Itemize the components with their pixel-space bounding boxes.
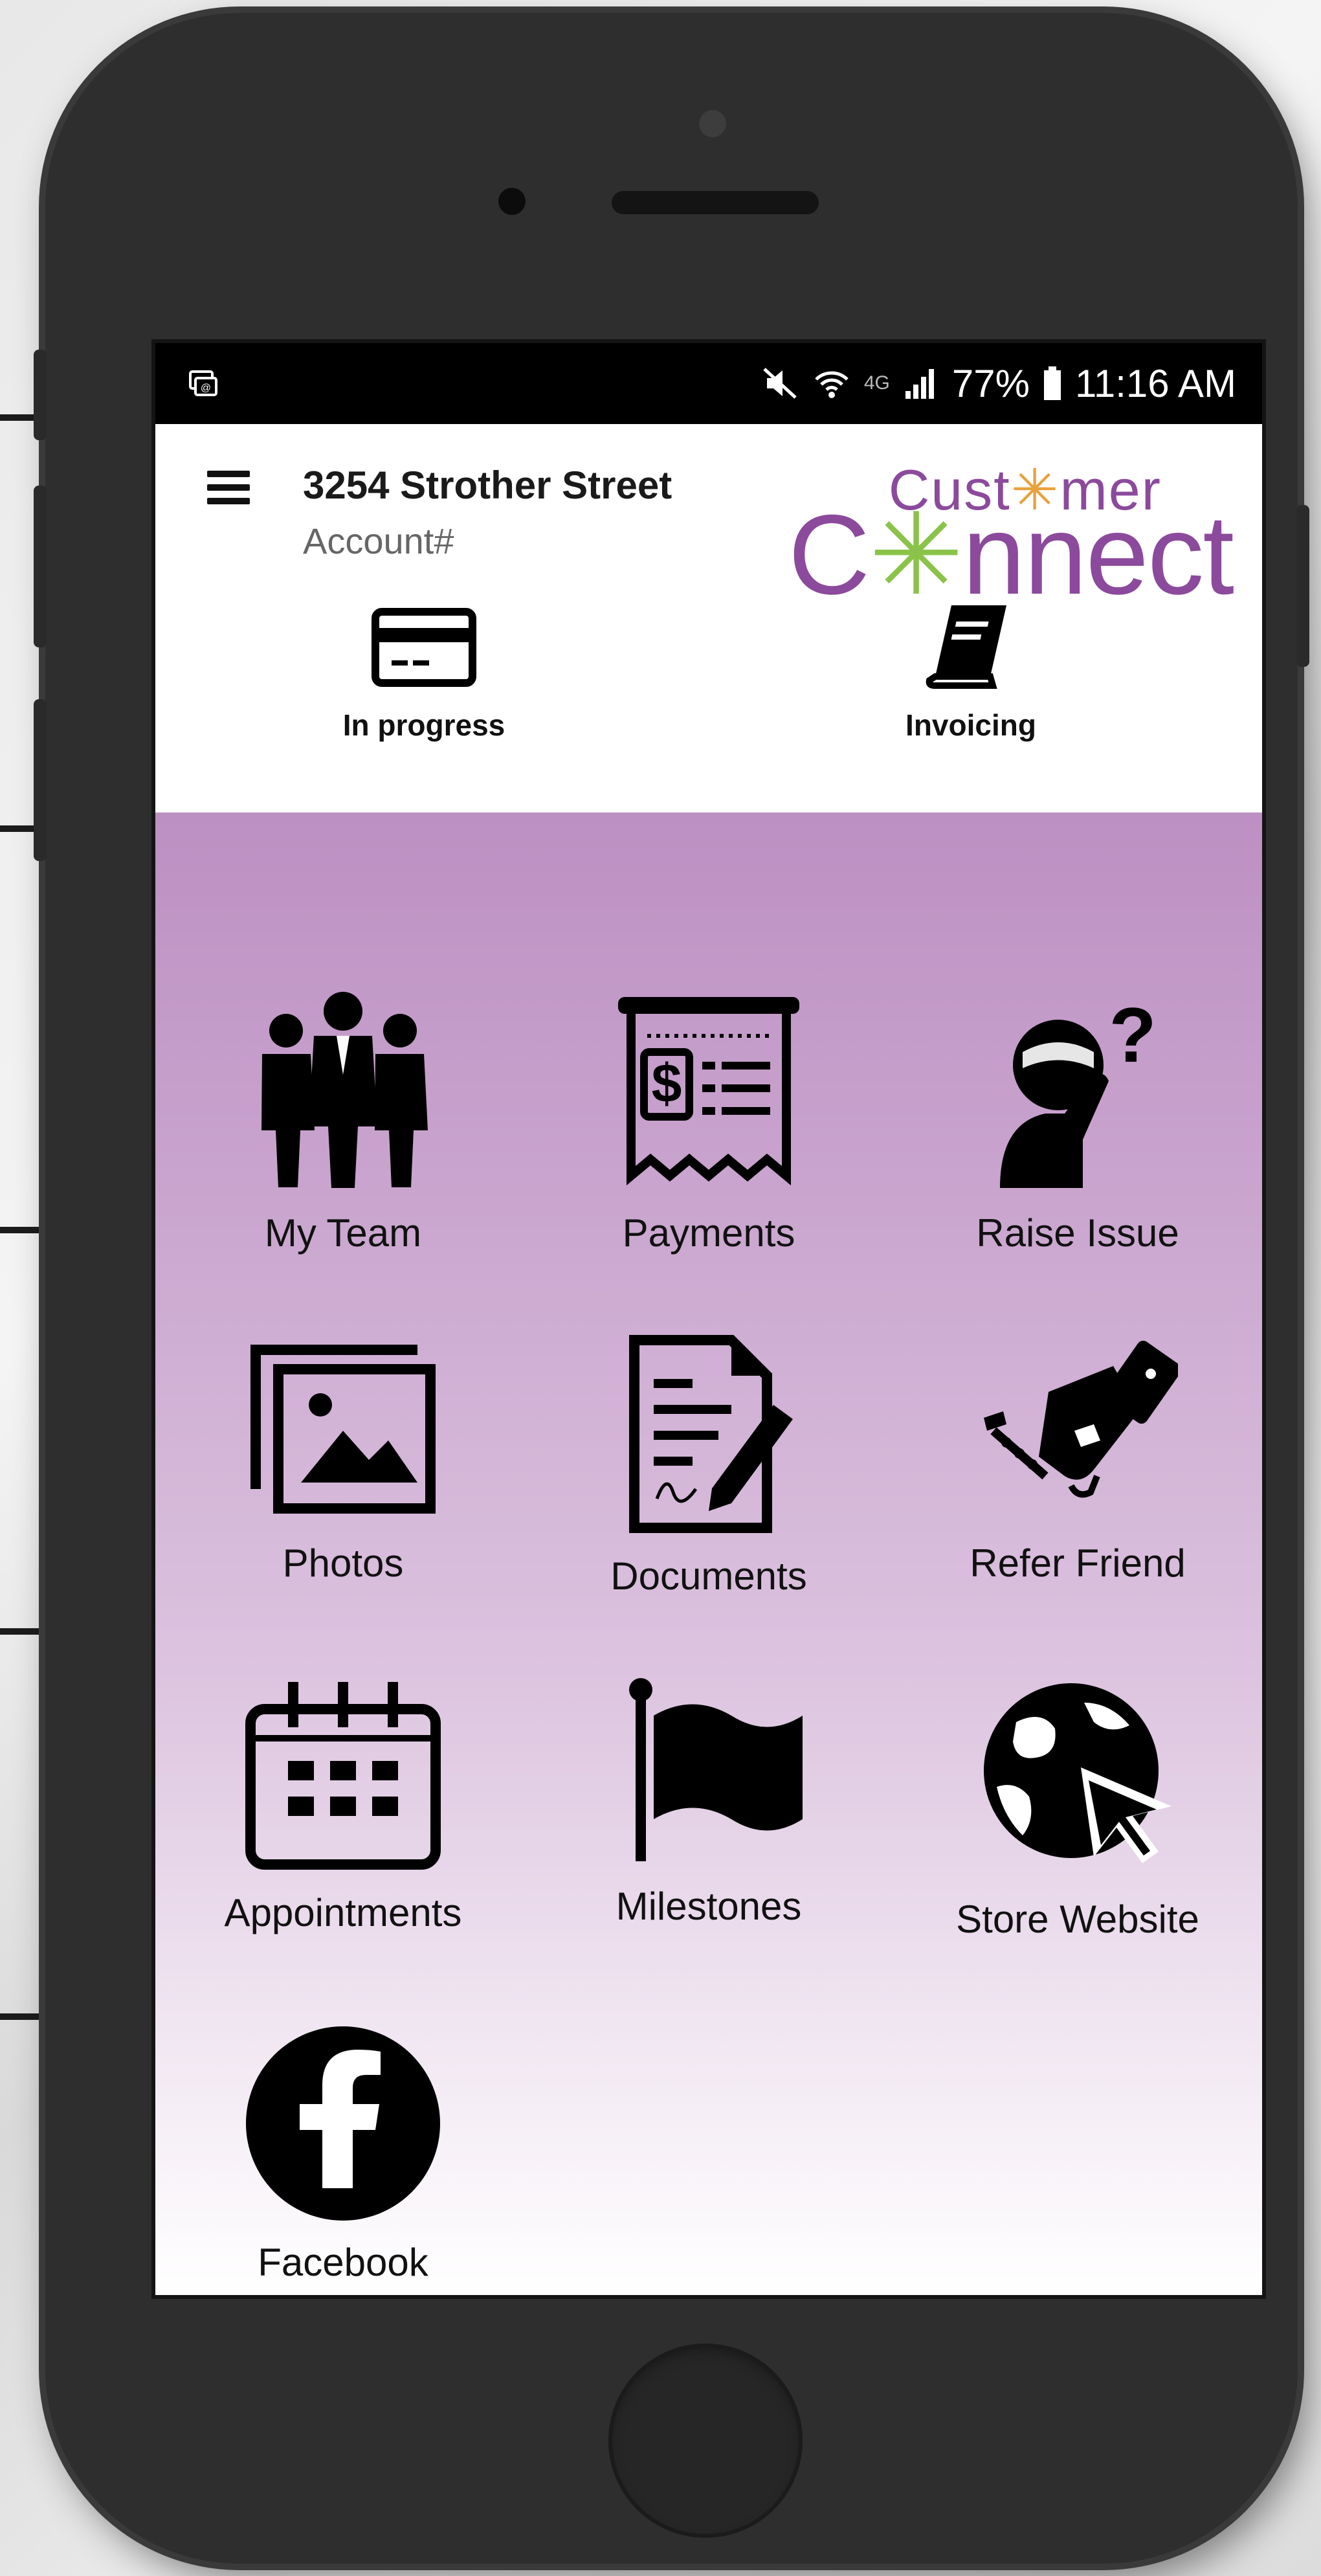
network-type: 4G	[863, 372, 890, 394]
wifi-icon	[815, 371, 849, 398]
svg-text:$: $	[652, 1053, 682, 1114]
question-person-icon: ?	[1000, 992, 1157, 1188]
tile-my-team[interactable]: My Team	[175, 991, 511, 1275]
invoicing-button[interactable]: Invoicing	[835, 599, 1107, 743]
app-screen: @ 4G 77% 11:16 AM 3254 Strother Street A…	[155, 343, 1262, 2295]
handshake-icon	[984, 1340, 1178, 1498]
team-icon	[261, 992, 428, 1188]
document-pen-icon	[629, 1335, 793, 1533]
tile-label: Refer Friend	[970, 1541, 1186, 1585]
tile-label: Payments	[622, 1211, 795, 1255]
svg-text:?: ?	[1109, 992, 1156, 1079]
book-icon	[926, 605, 1006, 689]
battery-percent: 77%	[951, 361, 1030, 405]
tile-facebook[interactable]: Facebook	[175, 2026, 511, 2295]
clock-time: 11:16 AM	[1074, 361, 1236, 405]
svg-text:@: @	[201, 383, 211, 394]
signal-icon	[905, 369, 934, 399]
tile-label: Facebook	[258, 2241, 428, 2284]
proximity-sensor	[498, 188, 526, 215]
flag-icon	[629, 1678, 803, 1861]
tile-label: Milestones	[616, 1885, 802, 1928]
account-number-label: Account#	[303, 521, 454, 561]
calendar-icon	[245, 1682, 441, 1870]
tile-photos[interactable]: Photos	[175, 1334, 511, 1618]
tile-documents[interactable]: Documents	[540, 1334, 877, 1618]
volume-button	[34, 486, 47, 647]
invoicing-label: Invoicing	[905, 708, 1036, 742]
volume-button	[34, 350, 47, 440]
hamburger-menu-icon[interactable]	[207, 471, 250, 504]
globe-cursor-icon	[984, 1683, 1171, 1863]
tile-label: Photos	[282, 1541, 404, 1585]
tile-label: My Team	[264, 1211, 422, 1255]
screen-mirror-icon: @	[189, 370, 217, 396]
tile-label: Store Website	[956, 1898, 1199, 1941]
tile-refer-friend[interactable]: Refer Friend	[909, 1334, 1246, 1618]
status-bar: @ 4G 77% 11:16 AM	[155, 343, 1262, 424]
photos-icon	[250, 1345, 436, 1514]
account-address: 3254 Strother Street	[303, 464, 672, 507]
volume-button	[34, 699, 47, 861]
front-camera	[699, 110, 726, 137]
in-progress-label: In progress	[342, 708, 505, 742]
receipt-icon: $	[618, 997, 799, 1185]
quick-actions: In progress Invoicing	[155, 599, 1262, 812]
tile-payments[interactable]: $ Payments	[540, 991, 877, 1275]
phone-frame: @ 4G 77% 11:16 AM 3254 Strother Street A…	[34, 13, 1309, 2564]
power-button	[1296, 505, 1309, 667]
in-progress-button[interactable]: In progress	[288, 599, 560, 743]
facebook-icon	[246, 2026, 440, 2221]
tile-label: Raise Issue	[976, 1211, 1179, 1255]
credit-card-icon	[372, 608, 476, 687]
tile-appointments[interactable]: Appointments	[175, 1677, 511, 1962]
app-header: 3254 Strother Street Account# Cust✳mer C…	[155, 424, 1262, 612]
logo-line-2: C✳nnect	[788, 492, 1234, 618]
battery-icon	[1043, 366, 1061, 400]
tile-milestones[interactable]: Milestones	[540, 1677, 877, 1962]
customer-connect-logo: Cust✳mer C✳nnect	[788, 456, 1234, 612]
tile-label: Documents	[610, 1554, 807, 1598]
tile-store-website[interactable]: Store Website	[909, 1677, 1246, 1962]
home-button[interactable]	[608, 2344, 803, 2538]
tile-raise-issue[interactable]: ? Raise Issue	[909, 991, 1246, 1275]
earpiece-speaker	[612, 191, 819, 214]
mute-icon	[763, 368, 797, 399]
tile-label: Appointments	[224, 1891, 462, 1934]
